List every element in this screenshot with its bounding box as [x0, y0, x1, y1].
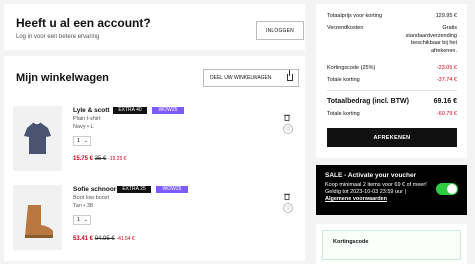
item-variant: Navy • L [73, 124, 94, 130]
item-name: Plain t-shirt [73, 116, 101, 122]
share-icon [287, 70, 293, 81]
trash-icon[interactable] [284, 187, 290, 200]
heart-icon[interactable]: ♡ [283, 203, 293, 213]
total-discount-label: Totale korting [327, 111, 360, 117]
order-summary: Totaalprijs voor korting 129.95 € Verzen… [316, 4, 467, 158]
total-label: Totaalbedrag (incl. BTW) [327, 98, 409, 105]
price-saving: -19.25 € [108, 156, 127, 162]
heart-icon[interactable]: ♡ [283, 124, 293, 134]
product-image-tshirt[interactable] [13, 106, 62, 171]
checkout-button[interactable]: AFREKENEN [327, 128, 457, 147]
summary-value: 129.95 € [435, 13, 457, 19]
summary-label: Totaalprijs voor korting [327, 13, 383, 19]
chevron-down-icon: ⌄ [83, 217, 88, 223]
quantity-value: 1 [77, 217, 81, 223]
voucher-text: Koop minimaal 2 items voor 69 € of meer!… [325, 182, 427, 195]
quantity-select[interactable]: 1 ⌄ [73, 215, 91, 225]
summary-value: -37.74 € [436, 77, 457, 83]
share-cart-label: DEEL UW WINKELWAGEN [210, 75, 272, 81]
badge-extra: EXTRA 40 [113, 107, 147, 114]
voucher-banner: SALE - Activate your voucher Koop minima… [316, 165, 467, 215]
item-price: 15.75 € 35 € -19.25 € [73, 156, 126, 162]
terms-link[interactable]: Algemene voorwaarden [325, 196, 387, 202]
summary-divider [327, 90, 457, 91]
item-brand: Lyle & scott [73, 107, 110, 114]
voucher-toggle[interactable] [436, 183, 458, 195]
summary-value: Gratis standaardverzending beschikbaar b… [405, 25, 457, 54]
item-name: Boot low boozt [73, 195, 110, 201]
chevron-down-icon: ⌄ [83, 138, 88, 144]
toggle-knob [447, 184, 457, 194]
price-old: 35 € [94, 156, 107, 162]
trash-icon[interactable] [284, 108, 290, 121]
product-image-boot[interactable] [13, 185, 62, 250]
login-button[interactable]: INLOGGEN [256, 21, 304, 40]
summary-label: Totale korting [327, 77, 360, 83]
price-now: 53.41 € [73, 236, 94, 242]
cart-item: Lyle & scott EXTRA 40 WOW25 Plain t-shir… [4, 100, 305, 176]
price-now: 15.75 € [73, 156, 94, 162]
summary-value: -23.05 € [436, 65, 457, 71]
price-old: 94.95 € [94, 236, 115, 242]
badge-wow: WOW25 [152, 107, 184, 114]
badge-extra: EXTRA 25 [117, 186, 151, 193]
item-variant: Tan • 38 [73, 203, 93, 209]
summary-label: Verzendkosten [327, 25, 364, 31]
total-value: 69.16 € [433, 98, 457, 105]
cart-item: Sofie schnoor EXTRA 25 WOW25 Boot low bo… [4, 179, 305, 255]
badge-wow: WOW25 [156, 186, 188, 193]
total-discount-value: -60.79 € [436, 111, 457, 117]
quantity-value: 1 [77, 138, 81, 144]
summary-label: Kortingscode (25%) [327, 65, 376, 71]
item-brand: Sofie schnoor [73, 186, 117, 193]
account-title: Heeft u al een account? [16, 16, 151, 30]
item-price: 53.41 € 94.95 € -41.54 € [73, 236, 135, 242]
summary-row: Verzendkosten Gratis standaardverzending… [327, 25, 457, 61]
share-cart-button[interactable]: DEEL UW WINKELWAGEN [203, 69, 299, 87]
price-saving: -41.54 € [116, 236, 135, 242]
voucher-title: SALE - Activate your voucher [325, 172, 417, 179]
account-panel: Heeft u al een account? Log in voor een … [4, 4, 305, 50]
discount-code-panel: Kortingscode [316, 224, 467, 264]
cart-title: Mijn winkelwagen [16, 72, 109, 84]
discount-code-label: Kortingscode [333, 239, 369, 245]
quantity-select[interactable]: 1 ⌄ [73, 136, 91, 146]
voucher-description: Koop minimaal 2 items voor 69 € of meer!… [325, 182, 433, 203]
cart-panel: Mijn winkelwagen DEEL UW WINKELWAGEN Lyl… [4, 56, 305, 261]
account-subtitle: Log in voor een betere ervaring [16, 34, 100, 40]
